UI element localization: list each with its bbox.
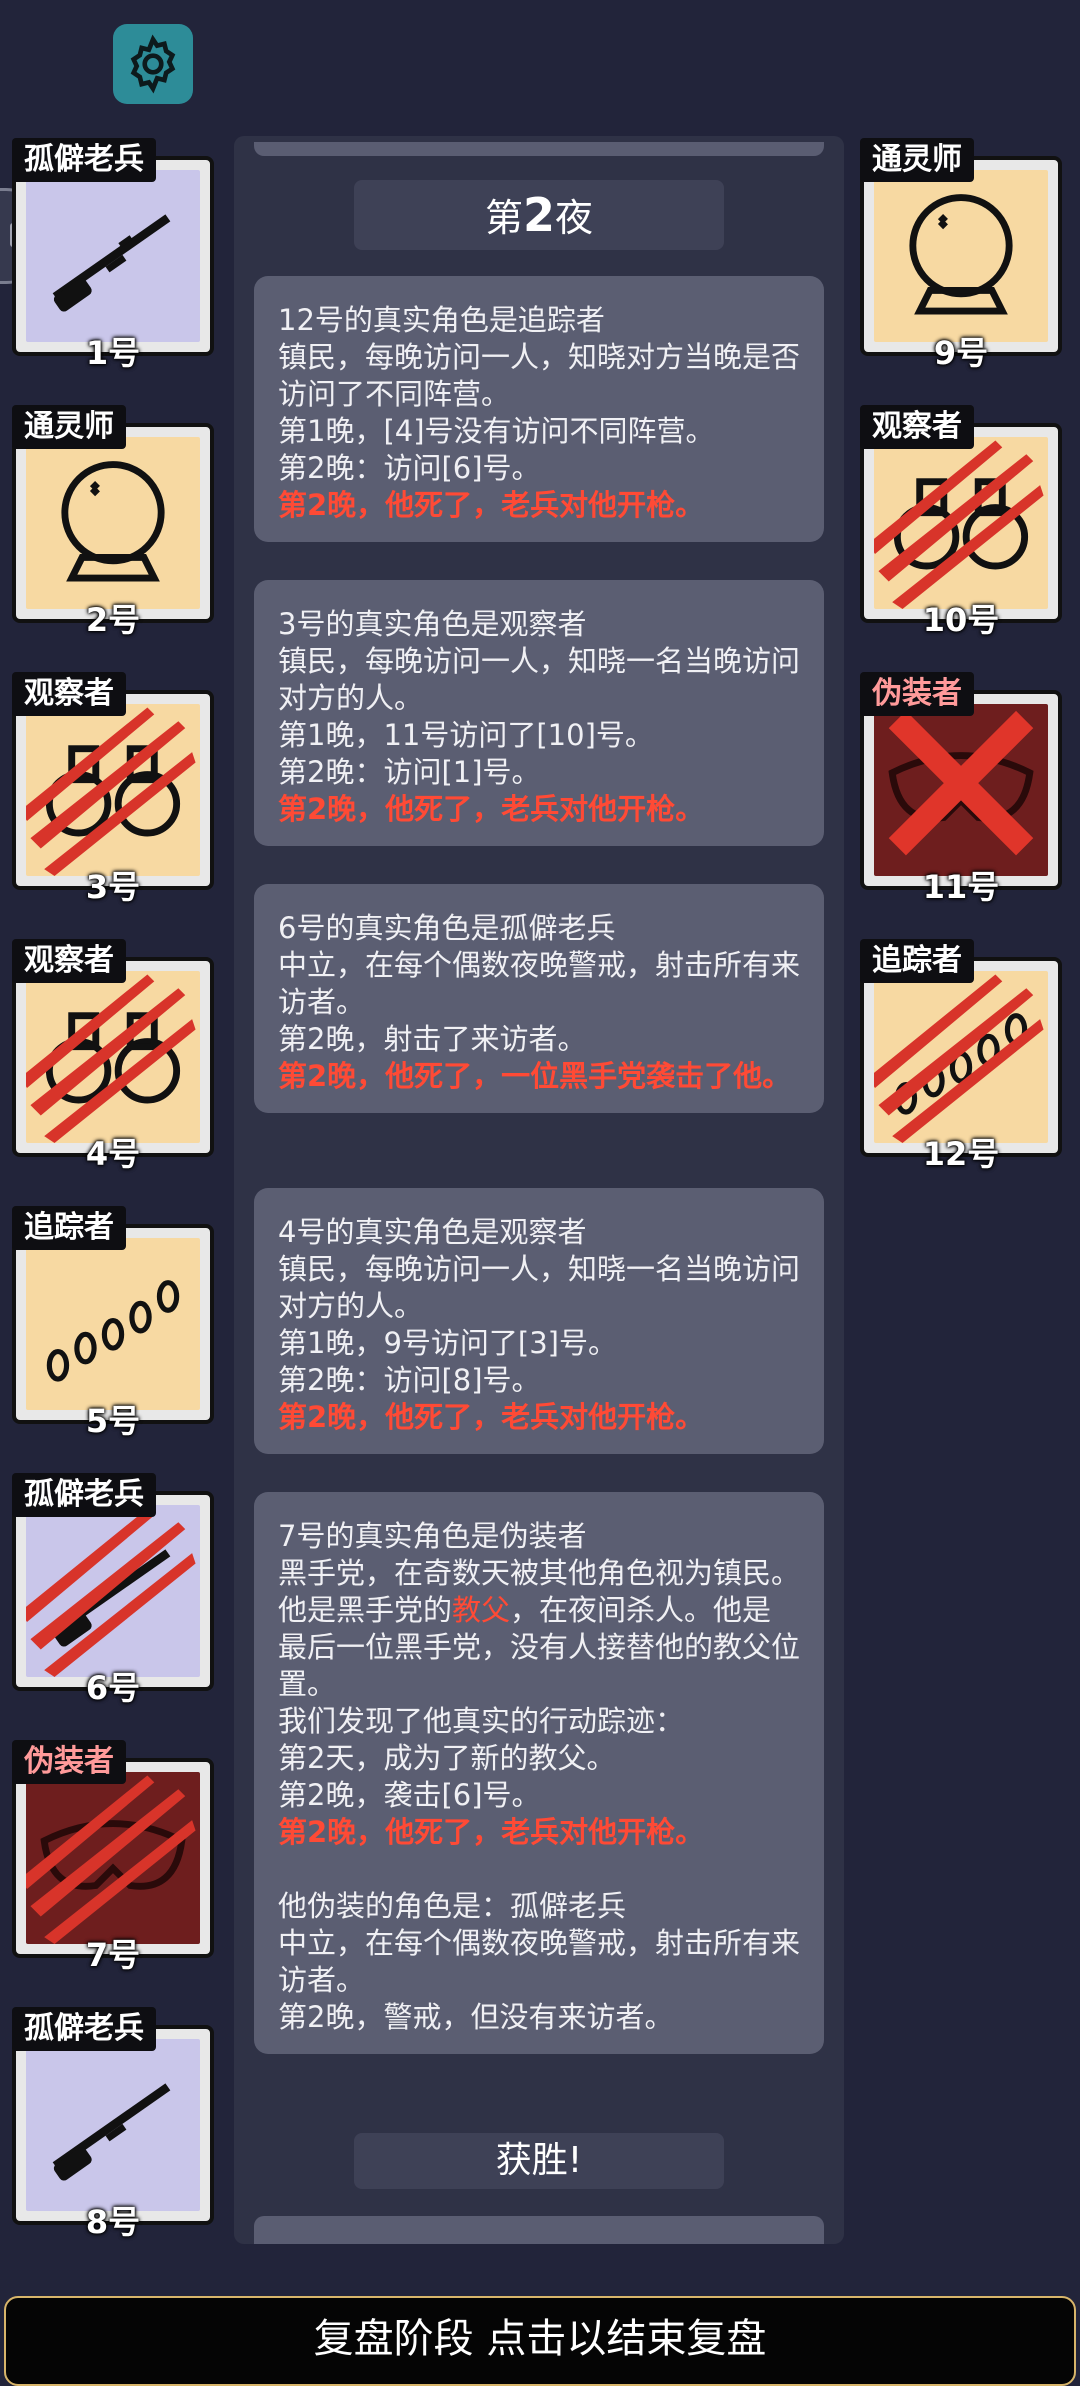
crystal-ball-icon — [61, 461, 165, 582]
player-number: 3号 — [85, 868, 141, 906]
log-entry-3: 6号的真实角色是孤僻老兵 中立，在每个偶数夜晚警戒，射击所有来访者。 第2晚，射… — [254, 884, 824, 1113]
rifle-icon — [52, 2083, 171, 2181]
player-role-label: 伪装者 — [12, 1740, 126, 1784]
player-number: 4号 — [85, 1135, 141, 1173]
player-number: 5号 — [85, 1402, 141, 1440]
player-role-label: 孤僻老兵 — [12, 138, 156, 182]
player-role-label: 通灵师 — [860, 138, 974, 182]
player-card-8[interactable]: 孤僻老兵 8号 — [12, 2007, 214, 2241]
gear-icon — [130, 34, 176, 94]
death-notice: 第2晚，他死了，一位黑手党袭击了他。 — [278, 1059, 792, 1093]
player-card-7[interactable]: 伪装者 7号 — [12, 1740, 214, 1974]
player-number: 6号 — [85, 1669, 141, 1707]
player-number: 11号 — [922, 868, 1000, 906]
player-number: 2号 — [85, 601, 141, 639]
settings-button[interactable] — [113, 24, 193, 104]
cross-mark-icon — [888, 710, 1034, 856]
footprints-icon — [46, 1280, 180, 1382]
player-number: 8号 — [85, 2203, 141, 2241]
claw-marks-icon — [874, 974, 1044, 1143]
player-role-label: 伪装者 — [860, 672, 974, 716]
claw-marks-icon — [26, 1775, 196, 1944]
player-role-label: 追踪者 — [860, 939, 974, 983]
player-card-2[interactable]: 通灵师 2号 — [12, 405, 214, 639]
player-role-label: 通灵师 — [12, 405, 126, 449]
player-role-label: 追踪者 — [12, 1206, 126, 1250]
player-card-9[interactable]: 通灵师 9号 — [860, 138, 1062, 372]
player-role-label: 孤僻老兵 — [12, 2007, 156, 2051]
death-notice: 第2晚，他死了，老兵对他开枪。 — [278, 1815, 705, 1849]
player-number: 7号 — [85, 1936, 141, 1974]
log-scroll-top-edge — [254, 142, 824, 156]
player-card-5[interactable]: 追踪者 5号 — [12, 1206, 214, 1440]
claw-marks-icon — [26, 1508, 196, 1677]
log-entry-2: 3号的真实角色是观察者 镇民，每晚访问一人，知晓一名当晚访问对方的人。 第1晚，… — [254, 580, 824, 846]
log-entry-1: 12号的真实角色是追踪者 镇民，每晚访问一人，知晓对方当晚是否访问了不同阵营。 … — [254, 276, 824, 542]
log-entry-4: 4号的真实角色是观察者 镇民，每晚访问一人，知晓一名当晚访问对方的人。 第1晚，… — [254, 1188, 824, 1454]
player-role-label: 孤僻老兵 — [12, 1473, 156, 1517]
night-header: 第2夜 — [354, 180, 724, 250]
player-number: 12号 — [922, 1135, 1000, 1173]
godfather-highlight: 教父 — [452, 1593, 511, 1627]
player-role-label: 观察者 — [860, 405, 974, 449]
player-card-4[interactable]: 观察者 4号 — [12, 939, 214, 1173]
player-role-label: 观察者 — [12, 672, 126, 716]
player-number: 9号 — [933, 334, 989, 372]
player-card-3[interactable]: 观察者 3号 — [12, 672, 214, 906]
claw-marks-icon — [26, 974, 196, 1143]
player-number: 10号 — [922, 601, 1000, 639]
player-card-11[interactable]: 伪装者 11号 — [860, 672, 1062, 906]
player-card-1[interactable]: 孤僻老兵 1号 — [12, 138, 214, 372]
player-number: 1号 — [85, 334, 141, 372]
log-scroll-bottom-edge — [254, 2216, 824, 2244]
claw-marks-icon — [874, 440, 1044, 609]
end-review-button[interactable]: 复盘阶段 点击以结束复盘 — [4, 2296, 1076, 2386]
crystal-ball-icon — [909, 194, 1013, 315]
rifle-icon — [52, 214, 171, 312]
player-card-12[interactable]: 追踪者 12号 — [860, 939, 1062, 1173]
log-entry-5: 7号的真实角色是伪装者 黑手党，在奇数天被其他角色视为镇民。 他是黑手党的教父，… — [254, 1492, 824, 2054]
player-role-label: 观察者 — [12, 939, 126, 983]
death-notice: 第2晚，他死了，老兵对他开枪。 — [278, 1400, 705, 1434]
death-notice: 第2晚，他死了，老兵对他开枪。 — [278, 488, 705, 522]
player-card-10[interactable]: 观察者 10号 — [860, 405, 1062, 639]
review-log-panel[interactable]: 第2夜 12号的真实角色是追踪者 镇民，每晚访问一人，知晓对方当晚是否访问了不同… — [234, 136, 844, 2244]
claw-marks-icon — [26, 707, 196, 876]
player-card-6[interactable]: 孤僻老兵 6号 — [12, 1473, 214, 1707]
death-notice: 第2晚，他死了，老兵对他开枪。 — [278, 792, 705, 826]
victory-header: 获胜! — [354, 2133, 724, 2189]
